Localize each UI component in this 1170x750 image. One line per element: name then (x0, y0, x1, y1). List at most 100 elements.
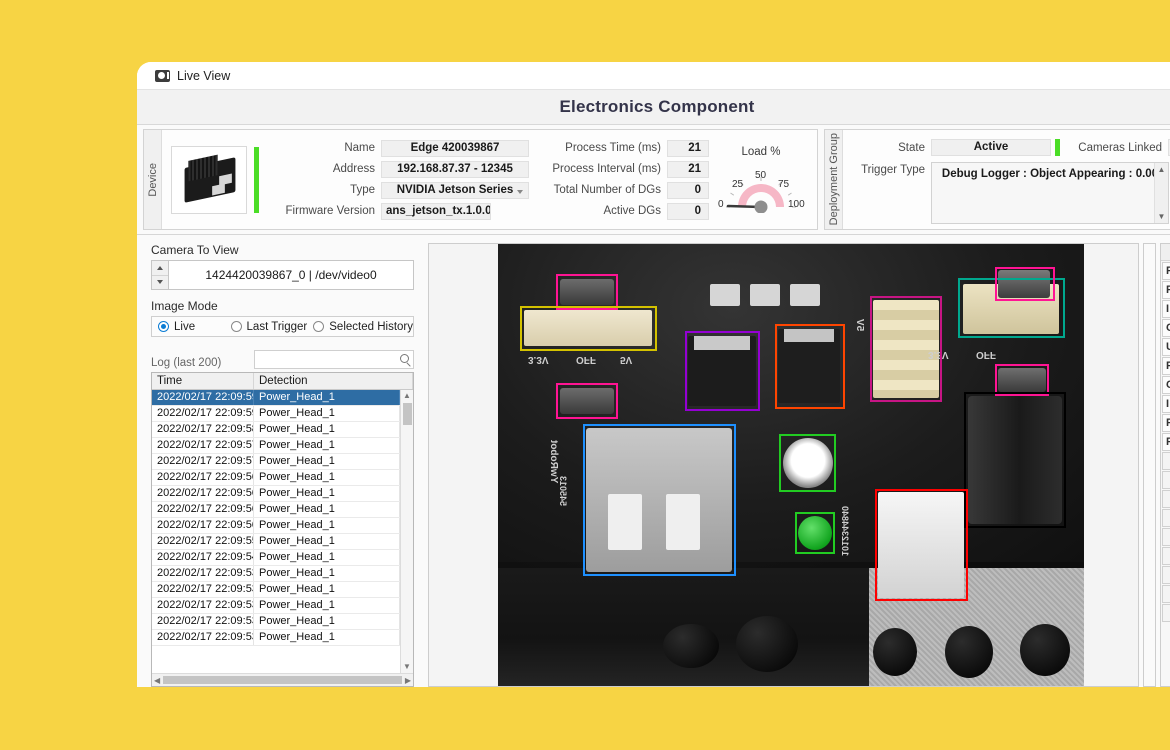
table-row[interactable]: 2022/02/17 22:09:59 Power_Head_1 (152, 406, 400, 422)
camera-icon (155, 69, 170, 82)
scroll-down-icon[interactable]: ▼ (1158, 212, 1166, 221)
log-cell-detection: Power_Head_1 (254, 486, 400, 501)
state-label: State (898, 141, 925, 154)
radio-live-icon[interactable] (158, 321, 169, 332)
list-item-empty[interactable] (1162, 452, 1170, 470)
list-item[interactable]: P (1162, 357, 1170, 375)
log-scroll-thumb[interactable] (402, 403, 412, 425)
total-dgs-value: 0 (667, 181, 709, 199)
log-cell-time: 2022/02/17 22:09:57 (152, 454, 254, 469)
device-fields: Name Edge 420039867 Address 192.168.87.3… (269, 139, 529, 220)
image-mode-selected-history[interactable]: Selected History (307, 321, 413, 333)
table-row[interactable]: 2022/02/17 22:09:56 Power_Head_1 (152, 470, 400, 486)
log-cell-detection: Power_Head_1 (254, 422, 400, 437)
log-cell-detection: Power_Head_1 (254, 438, 400, 453)
log-table: Time Detection 2022/02/17 22:09:59 Power_… (151, 372, 414, 687)
scroll-up-icon[interactable]: ▲ (1158, 165, 1166, 174)
radio-selected-history-icon[interactable] (313, 321, 325, 332)
image-mode-last-trigger[interactable]: Last Trigger (225, 321, 307, 333)
table-row[interactable]: 2022/02/17 22:09:59 Power_Head_1 (152, 390, 400, 406)
table-row[interactable]: 2022/02/17 22:09:56 Power_Head_1 (152, 502, 400, 518)
log-cell-time: 2022/02/17 22:09:53 (152, 566, 254, 581)
detection-box-jumper-pins-lower-left (556, 383, 618, 419)
log-cell-time: 2022/02/17 22:09:56 (152, 502, 254, 517)
device-address-label: Address (332, 163, 375, 175)
list-item[interactable]: I (1162, 300, 1170, 318)
list-item-empty[interactable] (1162, 547, 1170, 565)
list-item[interactable]: P (1162, 262, 1170, 280)
log-cell-time: 2022/02/17 22:09:54 (152, 550, 254, 565)
image-mode-radiogroup: Live Last Trigger Selected History (151, 316, 414, 337)
radio-live-label: Live (174, 320, 196, 333)
table-row[interactable]: 2022/02/17 22:09:56 Power_Head_1 (152, 486, 400, 502)
list-item-empty[interactable] (1162, 471, 1170, 489)
table-row[interactable]: 2022/02/17 22:09:56 Power_Head_1 (152, 518, 400, 534)
log-vertical-scrollbar[interactable]: ▲ ▼ (400, 390, 413, 673)
log-hscroll-thumb[interactable] (163, 676, 402, 684)
list-item-empty[interactable] (1162, 490, 1170, 508)
detection-box-green-led (795, 512, 835, 554)
list-item-empty[interactable] (1162, 566, 1170, 584)
table-row[interactable]: 2022/02/17 22:09:55 Power_Head_1 (152, 534, 400, 550)
list-item-empty[interactable] (1162, 604, 1170, 622)
log-cell-detection: Power_Head_1 (254, 566, 400, 581)
stat-active-dgs: Active DGs 0 (541, 202, 709, 220)
log-cell-detection: Power_Head_1 (254, 390, 400, 405)
camera-spinner[interactable] (151, 260, 168, 290)
spinner-up-icon[interactable] (152, 261, 168, 276)
device-group-label: Device (144, 130, 162, 229)
list-item[interactable]: C (1162, 376, 1170, 394)
log-hscroll-right-icon[interactable]: ▶ (405, 676, 411, 685)
table-row[interactable]: 2022/02/17 22:09:57 Power_Head_1 (152, 454, 400, 470)
table-row[interactable]: 2022/02/17 22:09:53 Power_Head_1 (152, 582, 400, 598)
list-item[interactable]: P (1162, 414, 1170, 432)
log-cell-time: 2022/02/17 22:09:53 (152, 630, 254, 645)
device-firmware-value[interactable]: ans_jetson_tx.1.0.0.1 (381, 202, 491, 220)
camera-to-view-select[interactable]: 1424420039867_0 | /dev/video0 (151, 260, 414, 290)
silk-serial: 1012344840 (840, 506, 850, 557)
camera-to-view-value[interactable]: 1424420039867_0 | /dev/video0 (168, 260, 414, 290)
log-cell-time: 2022/02/17 22:09:53 (152, 614, 254, 629)
log-cell-detection: Power_Head_1 (254, 550, 400, 565)
detection-box-white-connector (520, 306, 657, 351)
device-field-type: Type NVIDIA Jetson Series (269, 181, 529, 199)
log-search-input[interactable] (255, 352, 413, 370)
list-item[interactable]: P (1162, 433, 1170, 451)
log-cell-detection: Power_Head_1 (254, 518, 400, 533)
list-item[interactable]: C (1162, 319, 1170, 337)
table-row[interactable]: 2022/02/17 22:09:53 Power_Head_1 (152, 614, 400, 630)
device-address-value[interactable]: 192.168.87.37 - 12345 (381, 160, 529, 178)
device-stats: Process Time (ms) 21 Process Interval (m… (541, 139, 709, 220)
table-row[interactable]: 2022/02/17 22:09:54 Power_Head_1 (152, 550, 400, 566)
list-item[interactable]: I (1162, 395, 1170, 413)
detection-box-jumper-pins-top-right (995, 267, 1055, 301)
device-name-value[interactable]: Edge 420039867 (381, 139, 529, 157)
trigger-type-value[interactable]: Debug Logger : Object Appearing : 0.00 ▲… (931, 162, 1169, 224)
list-item-empty[interactable] (1162, 528, 1170, 546)
spinner-down-icon[interactable] (152, 275, 168, 289)
list-item-empty[interactable] (1162, 509, 1170, 527)
image-mode-live[interactable]: Live (152, 321, 225, 333)
cameras-linked-label: Cameras Linked (1078, 141, 1162, 154)
table-row[interactable]: 2022/02/17 22:09:53 Power_Head_1 (152, 598, 400, 614)
table-row[interactable]: 2022/02/17 22:09:53 Power_Head_1 (152, 566, 400, 582)
device-type-dropdown[interactable]: NVIDIA Jetson Series (381, 181, 529, 199)
log-search-box[interactable] (254, 350, 414, 370)
log-horizontal-scrollbar[interactable]: ◀ ▶ (152, 673, 413, 686)
log-cell-time: 2022/02/17 22:09:59 (152, 406, 254, 421)
list-item[interactable]: U (1162, 338, 1170, 356)
table-row[interactable]: 2022/02/17 22:09:53 Power_Head_1 (152, 630, 400, 646)
log-hscroll-left-icon[interactable]: ◀ (154, 676, 160, 685)
log-scroll-down-icon[interactable]: ▼ (403, 661, 411, 673)
radio-last-trigger-icon[interactable] (230, 321, 242, 332)
trigger-scrollbar[interactable]: ▲ ▼ (1154, 163, 1168, 223)
table-row[interactable]: 2022/02/17 22:09:58 Power_Head_1 (152, 422, 400, 438)
table-row[interactable]: 2022/02/17 22:09:57 Power_Head_1 (152, 438, 400, 454)
list-item-empty[interactable] (1162, 585, 1170, 603)
log-col-time[interactable]: Time (152, 373, 254, 389)
log-col-detection[interactable]: Detection (254, 373, 413, 389)
list-item[interactable]: P (1162, 281, 1170, 299)
live-image-viewport[interactable]: 3.3V OFF 5V 3.3V OFF 5V YwRobot 545013 1… (428, 243, 1139, 687)
log-scroll-up-icon[interactable]: ▲ (403, 390, 411, 402)
active-dgs-value: 0 (667, 202, 709, 220)
